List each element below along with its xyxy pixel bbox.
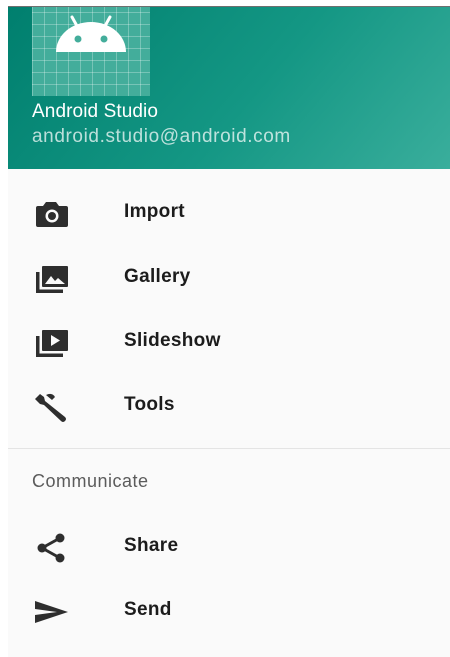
menu-item-label: Import (124, 201, 185, 222)
user-email: android.studio@android.com (32, 126, 291, 147)
menu-item-slideshow[interactable]: Slideshow (8, 309, 450, 373)
send-icon (32, 596, 72, 628)
menu-item-label: Slideshow (124, 330, 221, 351)
drawer-header: Android Studio android.studio@android.co… (8, 7, 450, 169)
wrench-icon (32, 391, 72, 423)
menu-item-tools[interactable]: Tools (8, 373, 450, 437)
user-name: Android Studio (32, 101, 159, 122)
camera-icon (32, 198, 72, 230)
menu-item-label: Gallery (124, 266, 191, 287)
share-icon (32, 532, 72, 564)
gallery-icon (32, 263, 72, 295)
menu-item-label: Share (124, 535, 179, 556)
section-divider (8, 448, 450, 449)
menu-item-gallery[interactable]: Gallery (8, 245, 450, 309)
menu-item-send[interactable]: Send (8, 578, 450, 642)
navigation-drawer: Android Studio android.studio@android.co… (8, 7, 450, 657)
menu-item-label: Send (124, 599, 172, 620)
menu-item-share[interactable]: Share (8, 514, 450, 578)
slideshow-icon (32, 327, 72, 359)
menu-item-label: Tools (124, 394, 175, 415)
section-title-communicate: Communicate (32, 471, 149, 491)
android-icon (32, 7, 150, 96)
menu-item-import[interactable]: Import (8, 180, 450, 244)
